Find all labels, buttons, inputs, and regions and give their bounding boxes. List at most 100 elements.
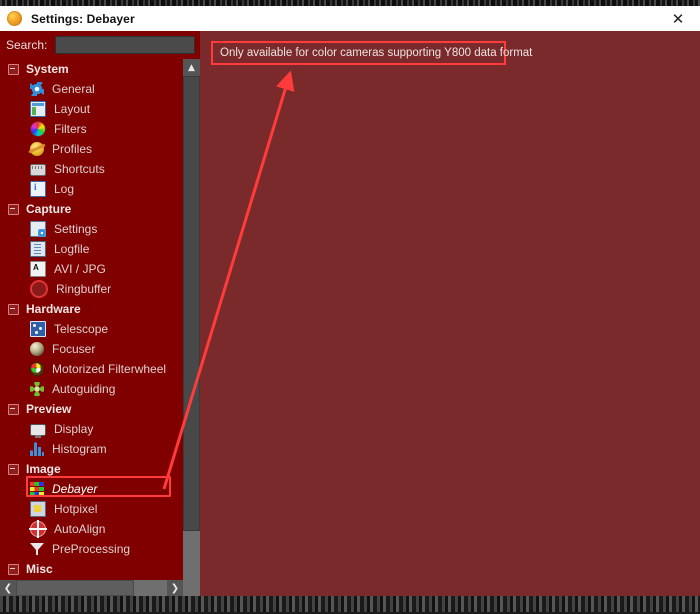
tree-item-logfile[interactable]: Logfile: [0, 239, 183, 259]
annotation-callout-box: Only available for color cameras support…: [211, 41, 532, 65]
tree-item-label: PreProcessing: [52, 542, 131, 556]
window-body: Search: System General Layout Filters Pr…: [0, 31, 700, 608]
avi-file-icon: [30, 261, 46, 277]
tree-item-autoguiding[interactable]: Autoguiding: [0, 379, 183, 399]
tree-item-label: Ringbuffer: [56, 282, 112, 296]
ring-icon: [30, 280, 48, 298]
settings-tree-viewport: System General Layout Filters Profiles S…: [0, 59, 200, 614]
tree-group-preview[interactable]: Preview: [0, 399, 183, 419]
tree-group-label: Image: [26, 462, 61, 476]
tree-item-general[interactable]: General: [0, 79, 183, 99]
funnel-icon: [30, 542, 44, 556]
tree-item-filters[interactable]: Filters: [0, 119, 183, 139]
histogram-icon: [30, 442, 44, 456]
horizontal-scroll-thumb[interactable]: [16, 580, 134, 596]
tree-item-ringbuffer[interactable]: Ringbuffer: [0, 279, 183, 299]
app-orange-icon: [7, 11, 22, 26]
tree-item-profiles[interactable]: Profiles: [0, 139, 183, 159]
filterwheel-icon: [30, 362, 44, 376]
logfile-icon: [30, 241, 46, 257]
telescope-icon: [30, 321, 46, 337]
collapse-minus-icon[interactable]: [8, 63, 19, 75]
settings-content-pane: Only available for color cameras support…: [200, 31, 700, 596]
tree-group-system[interactable]: System: [0, 59, 183, 79]
gear-icon: [30, 82, 44, 96]
autoguide-icon: [30, 382, 44, 396]
scroll-up-icon[interactable]: ▲: [183, 59, 200, 76]
tree-item-label: AutoAlign: [54, 522, 106, 536]
settings-tree: System General Layout Filters Profiles S…: [0, 59, 183, 608]
tree-item-label: Debayer: [52, 482, 98, 496]
monitor-icon: [30, 423, 46, 438]
tree-group-capture[interactable]: Capture: [0, 199, 183, 219]
hotpixel-icon: [30, 501, 46, 517]
tree-item-label: Motorized Filterwheel: [52, 362, 167, 376]
tree-item-label: Filters: [54, 122, 87, 136]
debayer-grid-icon: [30, 482, 44, 496]
sidebar: Search: System General Layout Filters Pr…: [0, 31, 201, 608]
tree-horizontal-scrollbar[interactable]: ❮ ❯: [0, 580, 200, 596]
screen: Settings: Debayer ✕ Search: System Gener…: [0, 0, 700, 612]
tree-item-layout[interactable]: Layout: [0, 99, 183, 119]
tree-item-label: Logfile: [54, 242, 90, 256]
tree-item-label: AVI / JPG: [54, 262, 106, 276]
planet-icon: [30, 142, 44, 156]
tree-group-label: Capture: [26, 202, 72, 216]
tree-item-label: Autoguiding: [52, 382, 116, 396]
autoalign-icon: [29, 520, 47, 538]
collapse-minus-icon[interactable]: [8, 203, 19, 215]
tree-item-label: Hotpixel: [54, 502, 98, 516]
close-icon[interactable]: ✕: [656, 6, 700, 31]
collapse-minus-icon[interactable]: [8, 403, 19, 415]
tree-item-display[interactable]: Display: [0, 419, 183, 439]
window-titlebar: Settings: Debayer ✕: [0, 6, 700, 32]
tree-item-focuser[interactable]: Focuser: [0, 339, 183, 359]
annotation-callout-text: Only available for color cameras support…: [220, 47, 533, 59]
tree-group-misc[interactable]: Misc: [0, 559, 183, 579]
tree-item-label: General: [52, 82, 95, 96]
tree-item-histogram[interactable]: Histogram: [0, 439, 183, 459]
window-title: Settings: Debayer: [31, 11, 135, 26]
tree-item-label: Telescope: [54, 322, 109, 336]
search-input[interactable]: [55, 36, 196, 54]
log-info-icon: [30, 181, 46, 197]
tree-item-label: Shortcuts: [54, 162, 105, 176]
settings-doc-icon: [30, 221, 46, 237]
layout-icon: [30, 101, 46, 117]
tree-item-log[interactable]: Log: [0, 179, 183, 199]
collapse-minus-icon[interactable]: [8, 463, 19, 475]
focuser-sphere-icon: [30, 342, 44, 356]
tree-group-label: Preview: [26, 402, 72, 416]
tree-group-label: Misc: [26, 562, 53, 576]
tree-item-settings[interactable]: Settings: [0, 219, 183, 239]
tree-group-image[interactable]: Image: [0, 459, 183, 479]
tree-item-debayer[interactable]: Debayer: [0, 479, 183, 499]
tree-item-avi-jpg[interactable]: AVI / JPG: [0, 259, 183, 279]
collapse-minus-icon[interactable]: [8, 303, 19, 315]
tree-item-label: Log: [54, 182, 75, 196]
tree-item-preprocessing[interactable]: PreProcessing: [0, 539, 183, 559]
tree-item-label: Profiles: [52, 142, 93, 156]
tree-item-label: Focuser: [52, 342, 96, 356]
tree-group-label: Hardware: [26, 302, 81, 316]
desktop-strip-bottom: [0, 596, 700, 612]
tree-item-hotpixel[interactable]: Hotpixel: [0, 499, 183, 519]
tree-item-autoalign[interactable]: AutoAlign: [0, 519, 183, 539]
tree-item-shortcuts[interactable]: Shortcuts: [0, 159, 183, 179]
tree-group-label: System: [26, 62, 69, 76]
color-wheel-icon: [30, 121, 46, 137]
tree-item-label: Histogram: [52, 442, 107, 456]
vertical-scroll-thumb[interactable]: [183, 76, 200, 531]
tree-item-label: Settings: [54, 222, 98, 236]
search-row: Search:: [0, 31, 200, 59]
tree-item-motorized-filterwheel[interactable]: Motorized Filterwheel: [0, 359, 183, 379]
collapse-minus-icon[interactable]: [8, 563, 19, 575]
search-label: Search:: [6, 38, 48, 52]
tree-item-label: Display: [54, 422, 94, 436]
scroll-left-icon[interactable]: ❮: [0, 580, 16, 596]
tree-group-hardware[interactable]: Hardware: [0, 299, 183, 319]
tree-item-telescope[interactable]: Telescope: [0, 319, 183, 339]
scroll-right-icon[interactable]: ❯: [167, 580, 183, 596]
tree-vertical-scrollbar[interactable]: ▲ ▼: [183, 59, 200, 608]
keyboard-icon: [30, 164, 46, 176]
